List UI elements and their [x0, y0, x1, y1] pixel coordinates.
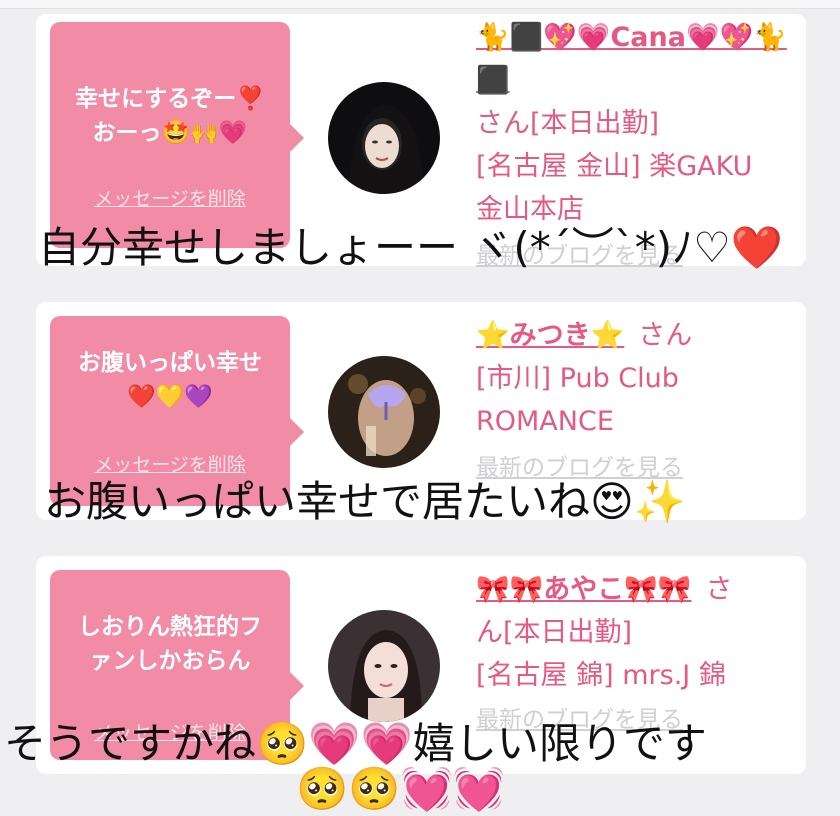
delete-message-link[interactable]: メッセージを削除	[50, 182, 290, 216]
cast-avatar[interactable]	[328, 356, 440, 468]
cast-status: さん	[638, 320, 693, 351]
caption-overlay: 🥺🥺💓💓	[296, 764, 506, 813]
cast-status: さ	[705, 574, 733, 605]
message-text: しおりん熱狂的フ ァンしかおらん	[50, 610, 290, 678]
cast-name-link[interactable]: 🐈⬛💖💗Cana💗💖🐈⬛	[476, 16, 796, 102]
message-line: 幸せにするぞー❣️	[75, 86, 265, 112]
shop-area[interactable]: [名古屋 金山] 楽GAKU	[476, 145, 796, 188]
cast-info: ⭐️みつき⭐️ さん [市川] Pub Club ROMANCE 最新のブログを見…	[476, 314, 796, 490]
cast-avatar[interactable]	[328, 610, 440, 722]
cast-status: さん[本日出勤]	[476, 108, 660, 139]
caption-overlay: お腹いっぱい幸せで居たいね😍✨	[44, 477, 687, 526]
shop-area[interactable]: [名古屋 錦] mrs.J 錦	[476, 654, 796, 697]
message-line: ァンしかおらん	[89, 648, 251, 674]
caption-overlay: 自分幸せしましょーー ヾ(*´︶`*)ﾉ♡❤️	[38, 223, 784, 272]
avatar-photo-icon	[328, 356, 440, 468]
avatar-photo-icon	[328, 610, 440, 722]
avatar-photo-icon	[328, 82, 440, 194]
cast-avatar[interactable]	[328, 82, 440, 194]
message-line: しおりん熱狂的フ	[78, 614, 262, 640]
caption-overlay: そうですかね🥺💗💗嬉しい限りです	[4, 719, 707, 768]
message-line: ❤️💛💜	[127, 384, 213, 410]
message-text: 幸せにするぞー❣️ おーっ🤩🙌💗	[50, 82, 290, 150]
top-bar	[0, 0, 840, 9]
cast-name-link[interactable]: 🎀🎀あやこ🎀🎀	[476, 574, 691, 605]
cast-name-link[interactable]: ⭐️みつき⭐️	[476, 320, 624, 351]
message-line: おーっ🤩🙌💗	[92, 120, 248, 146]
message-text: お腹いっぱい幸せ ❤️💛💜	[50, 346, 290, 414]
shop-area[interactable]: [市川] Pub Club	[476, 357, 796, 400]
message-line: お腹いっぱい幸せ	[78, 350, 262, 376]
shop-name[interactable]: ROMANCE	[476, 400, 796, 443]
cast-status-cont: ん[本日出勤]	[476, 617, 633, 648]
